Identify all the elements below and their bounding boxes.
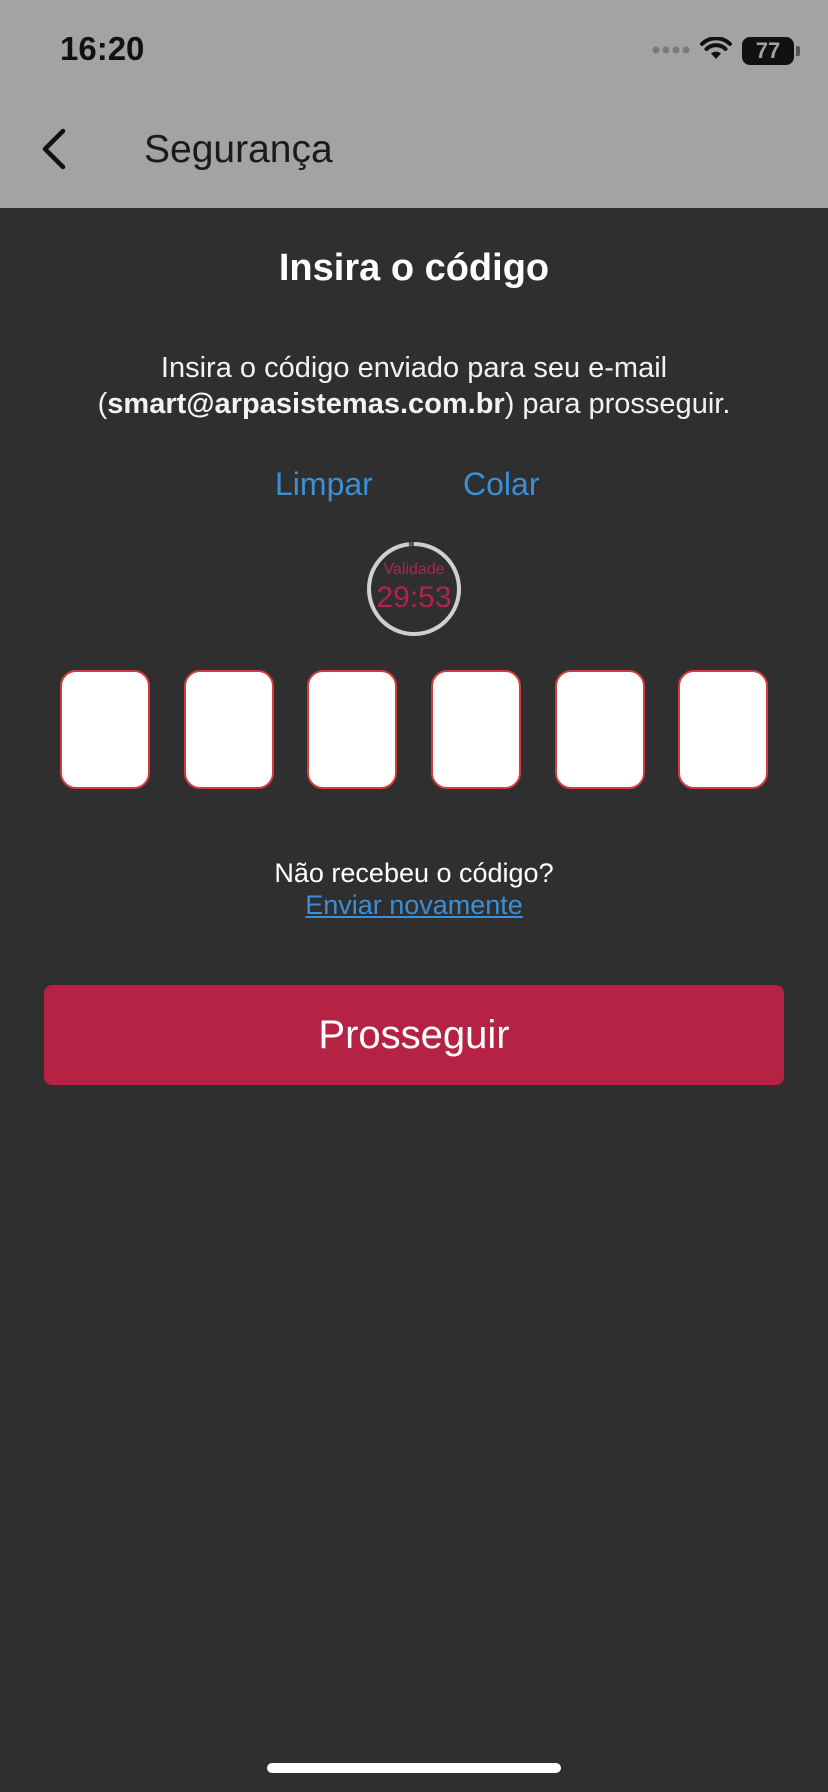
code-digit-1[interactable] [60, 670, 150, 789]
code-input-4[interactable] [433, 672, 519, 787]
security-code-screen: 16:20 77 Segurança Insira o código Insir… [0, 0, 828, 1792]
home-indicator [267, 1763, 561, 1773]
status-time: 16:20 [60, 30, 145, 67]
code-input-1[interactable] [62, 672, 148, 787]
top-bar: 16:20 77 Segurança [0, 0, 828, 208]
validity-timer: Validade 29:53 [366, 541, 462, 637]
clear-button[interactable]: Limpar [275, 466, 373, 503]
code-digit-3[interactable] [307, 670, 397, 789]
code-input-5[interactable] [557, 672, 643, 787]
email-address: smart@arpasistemas.com.br [107, 388, 505, 420]
back-button[interactable] [22, 118, 86, 184]
code-input-2[interactable] [186, 672, 272, 787]
code-input-6[interactable] [680, 672, 766, 787]
code-input-3[interactable] [309, 672, 395, 787]
paste-button[interactable]: Colar [463, 466, 539, 503]
code-digit-2[interactable] [184, 670, 274, 789]
battery-icon: 77 [742, 37, 800, 65]
page-title: Segurança [144, 128, 333, 171]
instructions-text: Insira o código enviado para seu e-mail … [20, 350, 808, 422]
timer-label: Validade [383, 561, 445, 578]
chevron-left-icon [39, 128, 69, 175]
proceed-button[interactable]: Prosseguir [44, 985, 784, 1085]
resend-link[interactable]: Enviar novamente [305, 890, 523, 920]
cellular-signal-icon [652, 42, 690, 60]
instructions-suffix: ) para prosseguir. [504, 388, 731, 420]
timer-value: 29:53 [376, 581, 452, 614]
battery-level: 77 [755, 38, 781, 63]
code-digit-4[interactable] [431, 670, 521, 789]
code-digit-5[interactable] [555, 670, 645, 789]
status-icons: 77 [652, 34, 800, 68]
code-digit-6[interactable] [678, 670, 768, 789]
resend-row: Enviar novamente [0, 890, 828, 921]
resend-question: Não recebeu o código? [274, 858, 554, 888]
heading: Insira o código [278, 247, 550, 289]
wifi-icon [700, 35, 732, 66]
